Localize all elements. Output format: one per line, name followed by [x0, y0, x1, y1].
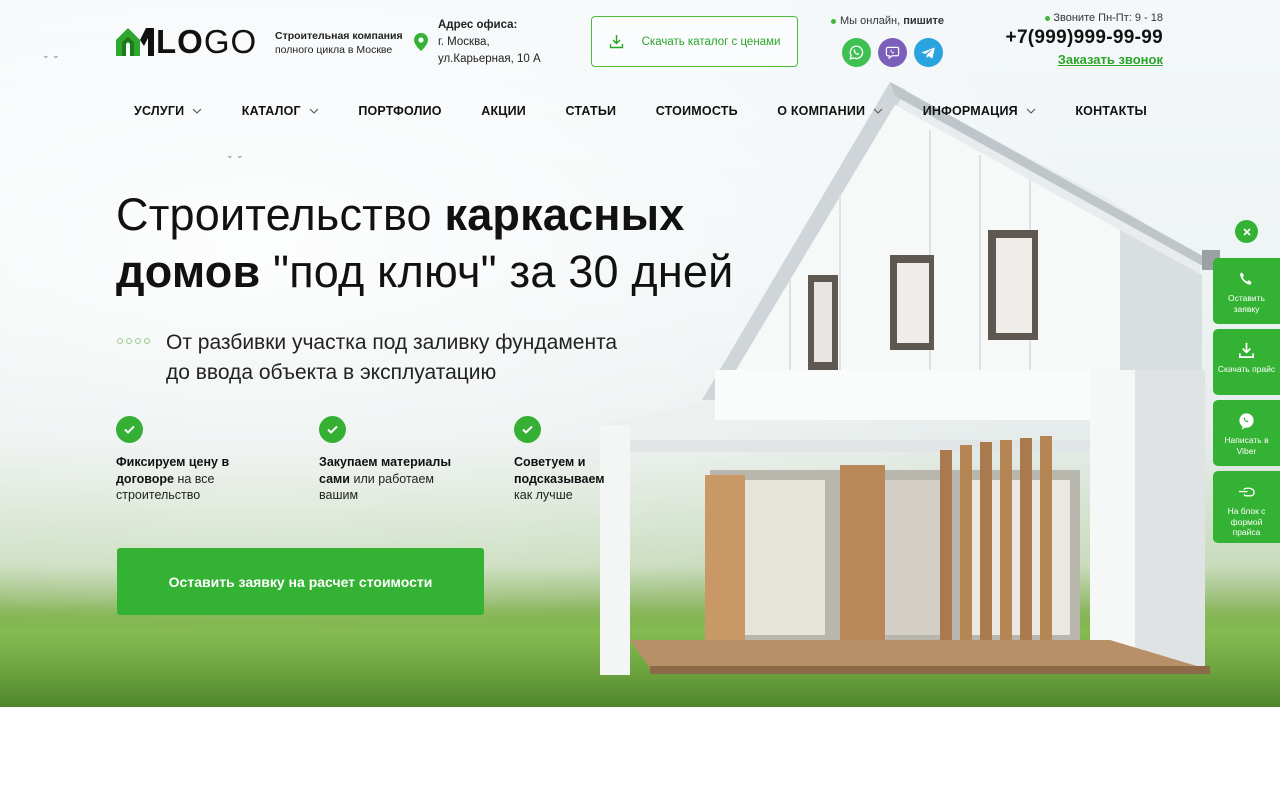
- check-icon: [514, 416, 541, 443]
- headline-part-bold: каркасных: [444, 189, 685, 240]
- nav-label: АКЦИИ: [481, 104, 526, 118]
- side-widget-viber[interactable]: Написать в Viber: [1213, 400, 1280, 466]
- viber-button[interactable]: [878, 38, 907, 67]
- online-dot: [831, 18, 836, 24]
- pointing-hand-icon: [1238, 487, 1255, 497]
- side-widget-label: Оставить заявку: [1228, 293, 1265, 314]
- phone-number[interactable]: +7(999)999-99-99: [1006, 27, 1163, 49]
- phone-icon: [1239, 272, 1252, 285]
- features-list: Фиксируем цену в договоре на все строите…: [116, 416, 636, 506]
- hours-text: Звоните Пн-Пт: 9 - 18: [1053, 12, 1163, 24]
- headline-part: Строительство: [116, 189, 445, 240]
- side-widget-label: Скачать прайс: [1217, 364, 1276, 374]
- chevron-down-icon: [873, 108, 883, 114]
- contact-block: Звоните Пн-Пт: 9 - 18 +7(999)999-99-99 З…: [1006, 12, 1163, 67]
- feature-item: Советуем и подсказываем как лучше: [514, 416, 614, 504]
- nav-label: СТОИМОСТЬ: [655, 104, 738, 118]
- side-widget-label: На блок с формой прайса: [1227, 506, 1266, 537]
- whatsapp-icon: [849, 45, 864, 60]
- download-icon: [1238, 342, 1255, 359]
- nav-item-o-kompanii[interactable]: О КОМПАНИИ: [777, 104, 883, 118]
- hours-dot: [1045, 15, 1051, 21]
- headline-part-bold: домов: [116, 246, 261, 297]
- site-logo[interactable]: LOGO: [116, 23, 258, 60]
- check-icon: [116, 416, 143, 443]
- feature-item: Фиксируем цену в договоре на все строите…: [116, 416, 266, 504]
- tagline-line-1: Строительная компания: [275, 30, 403, 42]
- close-icon: [1242, 227, 1251, 236]
- side-widget-price[interactable]: Скачать прайс: [1213, 329, 1280, 395]
- nav-item-stati[interactable]: СТАТЬИ: [565, 104, 616, 118]
- online-action: пишите: [903, 15, 945, 27]
- nav-label: ПОРТФОЛИО: [358, 104, 442, 118]
- whatsapp-button[interactable]: [842, 38, 871, 67]
- address-line-1: г. Москва,: [438, 36, 490, 48]
- nav-label: ИНФОРМАЦИЯ: [922, 104, 1018, 118]
- feature-text: как лучше: [514, 488, 573, 502]
- feature-item: Закупаем материалы сами или работаем ваш…: [319, 416, 469, 504]
- tagline-line-2: полного цикла в Москве: [275, 44, 393, 56]
- logo-house-icon: [116, 28, 154, 56]
- side-widget-label: Написать в Viber: [1224, 435, 1269, 456]
- nav-label: УСЛУГИ: [134, 104, 185, 118]
- close-widgets-button[interactable]: [1235, 220, 1258, 243]
- chevron-down-icon: [1026, 108, 1036, 114]
- headline-part: "под ключ" за 30 дней: [260, 246, 734, 297]
- viber-icon: [1239, 413, 1254, 430]
- nav-item-kontakty[interactable]: КОНТАКТЫ: [1075, 104, 1147, 118]
- nav-item-portfolio[interactable]: ПОРТФОЛИО: [358, 104, 441, 118]
- subtitle-line-2: до ввода объекта в эксплуатацию: [166, 361, 497, 384]
- company-tagline: Строительная компания полного цикла в Мо…: [275, 29, 403, 57]
- nav-item-stoimost[interactable]: СТОИМОСТЬ: [656, 104, 738, 118]
- side-widget-form[interactable]: На блок с формой прайса: [1213, 471, 1280, 543]
- chevron-down-icon: [309, 108, 319, 114]
- nav-label: СТАТЬИ: [565, 104, 617, 118]
- nav-label: КАТАЛОГ: [241, 104, 301, 118]
- nav-item-katalog[interactable]: КАТАЛОГ: [242, 104, 319, 118]
- feature-bold: Советуем и подсказываем: [514, 455, 605, 486]
- online-text: Мы онлайн,: [840, 15, 901, 27]
- logo-text: LOGO: [156, 23, 258, 60]
- download-catalog-label: Скачать каталог с ценами: [641, 35, 781, 48]
- download-catalog-button[interactable]: Скачать каталог с ценами: [591, 16, 798, 67]
- hero-subtitle: От разбивки участка под заливку фундамен…: [166, 328, 617, 388]
- nav-item-uslugi[interactable]: УСЛУГИ: [134, 104, 202, 118]
- telegram-button[interactable]: [914, 38, 943, 67]
- address-heading: Адрес офиса:: [438, 19, 518, 31]
- birds-decoration: ⌄ ⌄: [226, 150, 244, 160]
- online-status: Мы онлайн, пишите: [831, 15, 944, 27]
- subtitle-line-1: От разбивки участка под заливку фундамен…: [166, 331, 618, 354]
- birds-decoration: ⌄ ⌄: [42, 50, 60, 60]
- callback-link[interactable]: Заказать звонок: [1006, 52, 1163, 67]
- address-line-2: ул.Карьерная, 10 А: [438, 53, 541, 65]
- working-hours: Звоните Пн-Пт: 9 - 18: [1006, 12, 1163, 24]
- telegram-icon: [921, 47, 935, 59]
- messenger-links: [842, 38, 943, 67]
- decorative-dots: [117, 338, 150, 344]
- request-estimate-button[interactable]: Оставить заявку на расчет стоимости: [117, 548, 484, 615]
- nav-label: О КОМПАНИИ: [777, 104, 866, 118]
- office-address: Адрес офиса: г. Москва, ул.Карьерная, 10…: [414, 17, 541, 68]
- nav-item-informaciya[interactable]: ИНФОРМАЦИЯ: [923, 104, 1036, 118]
- viber-icon: [885, 46, 900, 60]
- check-icon: [319, 416, 346, 443]
- chevron-down-icon: [192, 108, 202, 114]
- nav-label: КОНТАКТЫ: [1075, 104, 1147, 118]
- main-navigation: УСЛУГИ КАТАЛОГ ПОРТФОЛИО АКЦИИ СТАТЬИ СТ…: [134, 104, 1147, 118]
- hero-headline: Строительство каркасных домов "под ключ"…: [116, 186, 733, 300]
- nav-item-akcii[interactable]: АКЦИИ: [481, 104, 526, 118]
- house-illustration: [600, 82, 1220, 675]
- download-icon: [609, 35, 623, 49]
- map-pin-icon: [414, 33, 428, 51]
- side-widget-request[interactable]: Оставить заявку: [1213, 258, 1280, 324]
